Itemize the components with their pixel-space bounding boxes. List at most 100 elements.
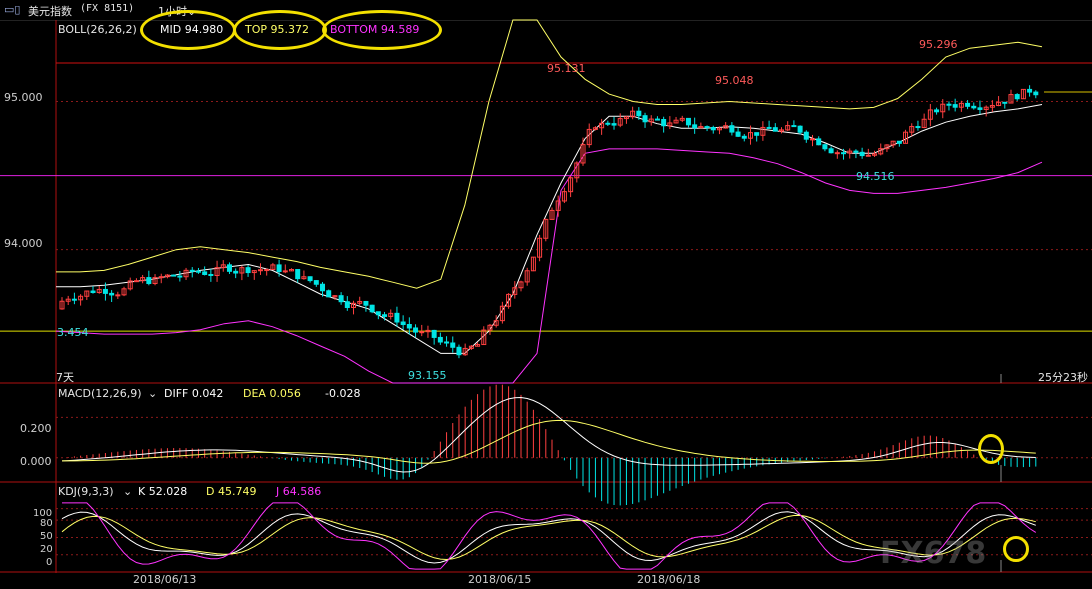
- boll-mid-line: [56, 104, 1043, 354]
- candle-body: [766, 126, 772, 129]
- candle-body: [394, 312, 400, 323]
- candle-body: [102, 288, 108, 294]
- candle-body: [822, 144, 828, 150]
- annotation-high-95048: 95.048: [715, 74, 754, 87]
- candle-body: [642, 115, 648, 123]
- candle-body: [413, 327, 419, 333]
- candle-body: [816, 138, 822, 146]
- candle-body: [605, 122, 611, 125]
- candle-body: [444, 341, 450, 344]
- candle-body: [735, 131, 741, 137]
- kdj-tick: 50: [40, 531, 53, 542]
- candle-body: [654, 118, 660, 121]
- candle-body: [320, 283, 326, 292]
- candle-body: [264, 269, 270, 272]
- boll-top-line: [56, 19, 1043, 289]
- candle-body: [226, 264, 232, 272]
- candle-body: [791, 125, 797, 128]
- candle-body: [859, 151, 865, 157]
- candle-body: [90, 290, 96, 293]
- highlight-circle-kdj: [1003, 536, 1029, 562]
- macd-diff-value: DIFF 0.042: [164, 387, 224, 400]
- macd-tick: 0.200: [20, 422, 52, 435]
- candle-body: [71, 298, 77, 301]
- candle-body: [1002, 101, 1008, 104]
- date-tick: 2018/06/18: [637, 573, 701, 586]
- boll-bottom-line: [55, 148, 1043, 384]
- candle-body: [109, 292, 115, 296]
- candle-body: [171, 274, 177, 277]
- candle-body: [257, 269, 263, 272]
- candle-body: [375, 311, 381, 316]
- candle-body: [146, 277, 152, 285]
- boll-label: BOLL(26,26,2): [58, 23, 137, 36]
- highlight-circle-bottom: [322, 10, 442, 50]
- highlight-circle-mid: [140, 10, 236, 50]
- macd-diff-line: [61, 396, 1036, 473]
- candle-body: [803, 131, 809, 140]
- highlight-circle-macd: [978, 434, 1004, 464]
- candle-body: [344, 301, 350, 308]
- candle-body: [971, 105, 977, 109]
- annotation-low-93155: 93.155: [408, 369, 447, 382]
- macd-dea-value: DEA 0.056: [243, 387, 301, 400]
- watermark-logo: FX678: [880, 536, 987, 571]
- candle-body: [865, 154, 871, 157]
- candle-body: [661, 119, 667, 127]
- candle-body: [704, 126, 710, 129]
- candle-body: [276, 264, 282, 272]
- kdj-k-value: K 52.028: [138, 485, 188, 498]
- candle-body: [406, 324, 412, 329]
- candle-body: [946, 103, 952, 106]
- chevron-down-icon[interactable]: ⌄: [148, 387, 157, 400]
- candle-body: [729, 125, 735, 133]
- annotation-high-95296: 95.296: [919, 38, 958, 51]
- candle-body: [437, 336, 443, 343]
- annotation-low-94516: 94.516: [856, 170, 895, 183]
- candle-body: [1014, 94, 1020, 100]
- candle-body: [828, 148, 834, 154]
- candle-body: [692, 124, 698, 129]
- candle-body: [636, 110, 642, 117]
- candle-body: [282, 270, 288, 273]
- candle-body: [419, 331, 425, 334]
- candle-body: [133, 280, 139, 283]
- candle-body: [741, 135, 747, 139]
- kdj-d-value: D 45.749: [206, 485, 257, 498]
- candle-body: [313, 280, 319, 285]
- countdown-timer: 25分23秒: [1038, 371, 1088, 384]
- candle-body: [208, 273, 214, 277]
- candle-body: [189, 269, 195, 272]
- chart-canvas[interactable]: [0, 0, 1092, 589]
- chevron-down-icon[interactable]: ⌄: [123, 485, 132, 498]
- kdj-label: KDJ(9,3,3): [58, 485, 114, 498]
- candle-body: [965, 102, 971, 107]
- candle-body: [685, 117, 691, 126]
- period-left-label: 7天: [56, 371, 74, 384]
- candle-body: [431, 329, 437, 338]
- highlight-circle-top: [233, 10, 327, 50]
- price-tick: 95.000: [4, 91, 43, 104]
- candle-body: [233, 270, 239, 274]
- candle-body: [369, 304, 375, 313]
- candle-body: [195, 270, 201, 273]
- macd-dea-line: [62, 419, 1036, 464]
- macd-histogram-value: -0.028: [325, 387, 361, 400]
- kdj-tick: 80: [40, 518, 53, 529]
- candle-body: [611, 123, 617, 126]
- candle-body: [115, 294, 121, 297]
- candle-body: [326, 290, 332, 298]
- price-tick: 94.000: [4, 237, 43, 250]
- macd-tick: 0.000: [20, 455, 52, 468]
- annotation-high-95131: 95.131: [547, 62, 586, 75]
- candle-body: [450, 342, 456, 348]
- annotation-low-93454: 3.454: [57, 326, 89, 339]
- candle-body: [797, 125, 803, 133]
- candle-body: [363, 300, 369, 306]
- candle-body: [400, 321, 406, 326]
- candle-body: [834, 152, 840, 155]
- candle-body: [754, 132, 760, 136]
- kdj-j-value: J 64.586: [276, 485, 322, 498]
- candle-body: [977, 107, 983, 110]
- candle-body: [710, 126, 716, 131]
